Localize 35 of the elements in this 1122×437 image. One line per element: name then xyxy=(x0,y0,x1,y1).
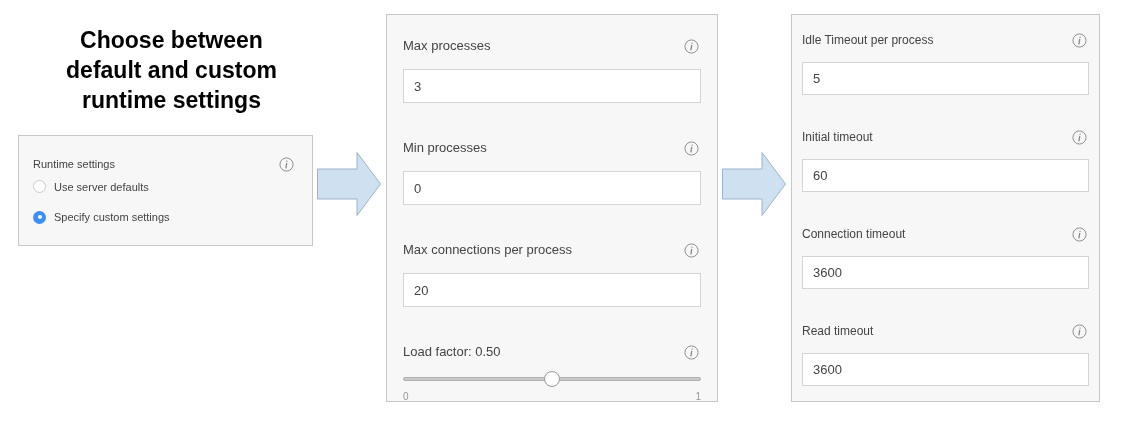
info-icon[interactable] xyxy=(684,242,699,258)
field-label: Connection timeout xyxy=(802,226,906,243)
right-arrow-icon xyxy=(317,152,381,216)
field-label: Min processes xyxy=(403,139,487,158)
slider-min-label: 0 xyxy=(403,390,409,404)
info-icon[interactable] xyxy=(684,38,699,54)
heading: Choose between default and custom runtime settings xyxy=(65,26,278,115)
radio-button[interactable] xyxy=(33,180,46,194)
field-label: Max connections per process xyxy=(403,241,573,260)
field-label: Idle Timeout per process xyxy=(802,32,934,49)
number-field[interactable]: 60 xyxy=(802,159,1089,192)
slider-max-label: 1 xyxy=(695,390,701,404)
slider-label: Load factor: 0.50 xyxy=(403,343,501,362)
info-icon[interactable] xyxy=(1072,129,1087,145)
info-icon[interactable] xyxy=(279,156,294,172)
info-icon[interactable] xyxy=(1072,32,1087,48)
number-field[interactable]: 0 xyxy=(403,171,701,205)
right-arrow-icon xyxy=(722,152,786,216)
number-field[interactable]: 3600 xyxy=(802,353,1089,386)
card-title: Runtime settings xyxy=(33,157,115,172)
info-icon[interactable] xyxy=(1072,226,1087,242)
number-field[interactable]: 3600 xyxy=(802,256,1089,289)
number-field[interactable]: 5 xyxy=(802,62,1089,95)
info-icon[interactable] xyxy=(684,140,699,156)
field-label: Initial timeout xyxy=(802,129,873,146)
field-label: Max processes xyxy=(403,37,491,56)
radio-label: Specify custom settings xyxy=(54,210,170,225)
info-icon[interactable] xyxy=(684,344,699,360)
number-field[interactable]: 20 xyxy=(403,273,701,307)
field-label: Read timeout xyxy=(802,323,874,340)
radio-button[interactable] xyxy=(33,210,46,224)
radio-label: Use server defaults xyxy=(54,179,149,195)
slider-thumb[interactable] xyxy=(544,371,560,387)
number-field[interactable]: 3 xyxy=(403,69,701,103)
info-icon[interactable] xyxy=(1072,323,1087,339)
